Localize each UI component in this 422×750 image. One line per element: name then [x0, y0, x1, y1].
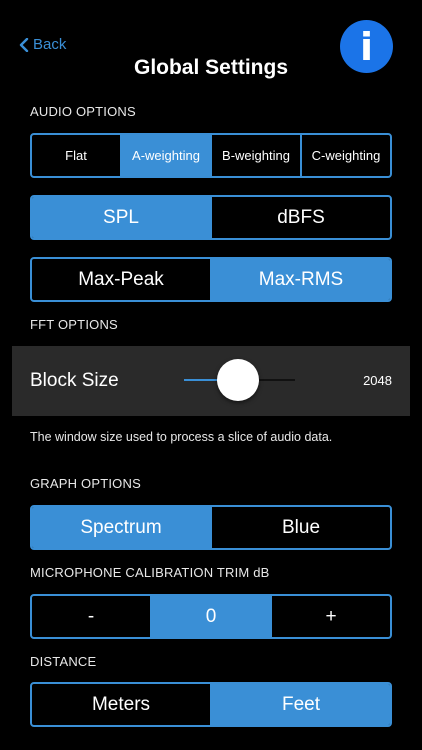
- segment-feet[interactable]: Feet: [210, 684, 390, 725]
- segment-b-weighting[interactable]: B-weighting: [210, 135, 300, 176]
- block-size-description: The window size used to process a slice …: [30, 430, 333, 444]
- back-button[interactable]: Back: [19, 36, 66, 53]
- increment-button[interactable]: +: [270, 596, 390, 637]
- segment-max-rms[interactable]: Max-RMS: [210, 259, 390, 300]
- segment-a-weighting[interactable]: A-weighting: [120, 135, 210, 176]
- audio-options-header: AUDIO OPTIONS: [30, 104, 136, 119]
- segment-c-weighting[interactable]: C-weighting: [300, 135, 390, 176]
- fft-options-header: FFT OPTIONS: [30, 317, 118, 332]
- distance-header: DISTANCE: [30, 654, 97, 669]
- chevron-left-icon: [19, 37, 29, 52]
- decrement-button[interactable]: -: [32, 596, 150, 637]
- back-label: Back: [33, 36, 67, 53]
- segment-spl[interactable]: SPL: [32, 197, 210, 238]
- weighting-segmented-control: Flat A-weighting B-weighting C-weighting: [30, 133, 392, 178]
- graph-segmented-control: Spectrum Blue: [30, 505, 392, 550]
- calibration-stepper: - 0 +: [30, 594, 392, 639]
- segment-flat[interactable]: Flat: [32, 135, 120, 176]
- block-size-slider-thumb[interactable]: [217, 359, 259, 401]
- segment-blue[interactable]: Blue: [210, 507, 390, 548]
- block-size-value: 2048: [363, 373, 392, 388]
- graph-options-header: GRAPH OPTIONS: [30, 476, 141, 491]
- calibration-value: 0: [150, 596, 270, 637]
- peak-mode-segmented-control: Max-Peak Max-RMS: [30, 257, 392, 302]
- segment-meters[interactable]: Meters: [32, 684, 210, 725]
- block-size-label: Block Size: [30, 370, 119, 391]
- segment-dbfs[interactable]: dBFS: [210, 197, 390, 238]
- calibration-header: MICROPHONE CALIBRATION TRIM dB: [30, 565, 270, 580]
- distance-segmented-control: Meters Feet: [30, 682, 392, 727]
- page-title: Global Settings: [133, 56, 288, 79]
- segment-max-peak[interactable]: Max-Peak: [32, 259, 210, 300]
- scale-segmented-control: SPL dBFS: [30, 195, 392, 240]
- segment-spectrum[interactable]: Spectrum: [32, 507, 210, 548]
